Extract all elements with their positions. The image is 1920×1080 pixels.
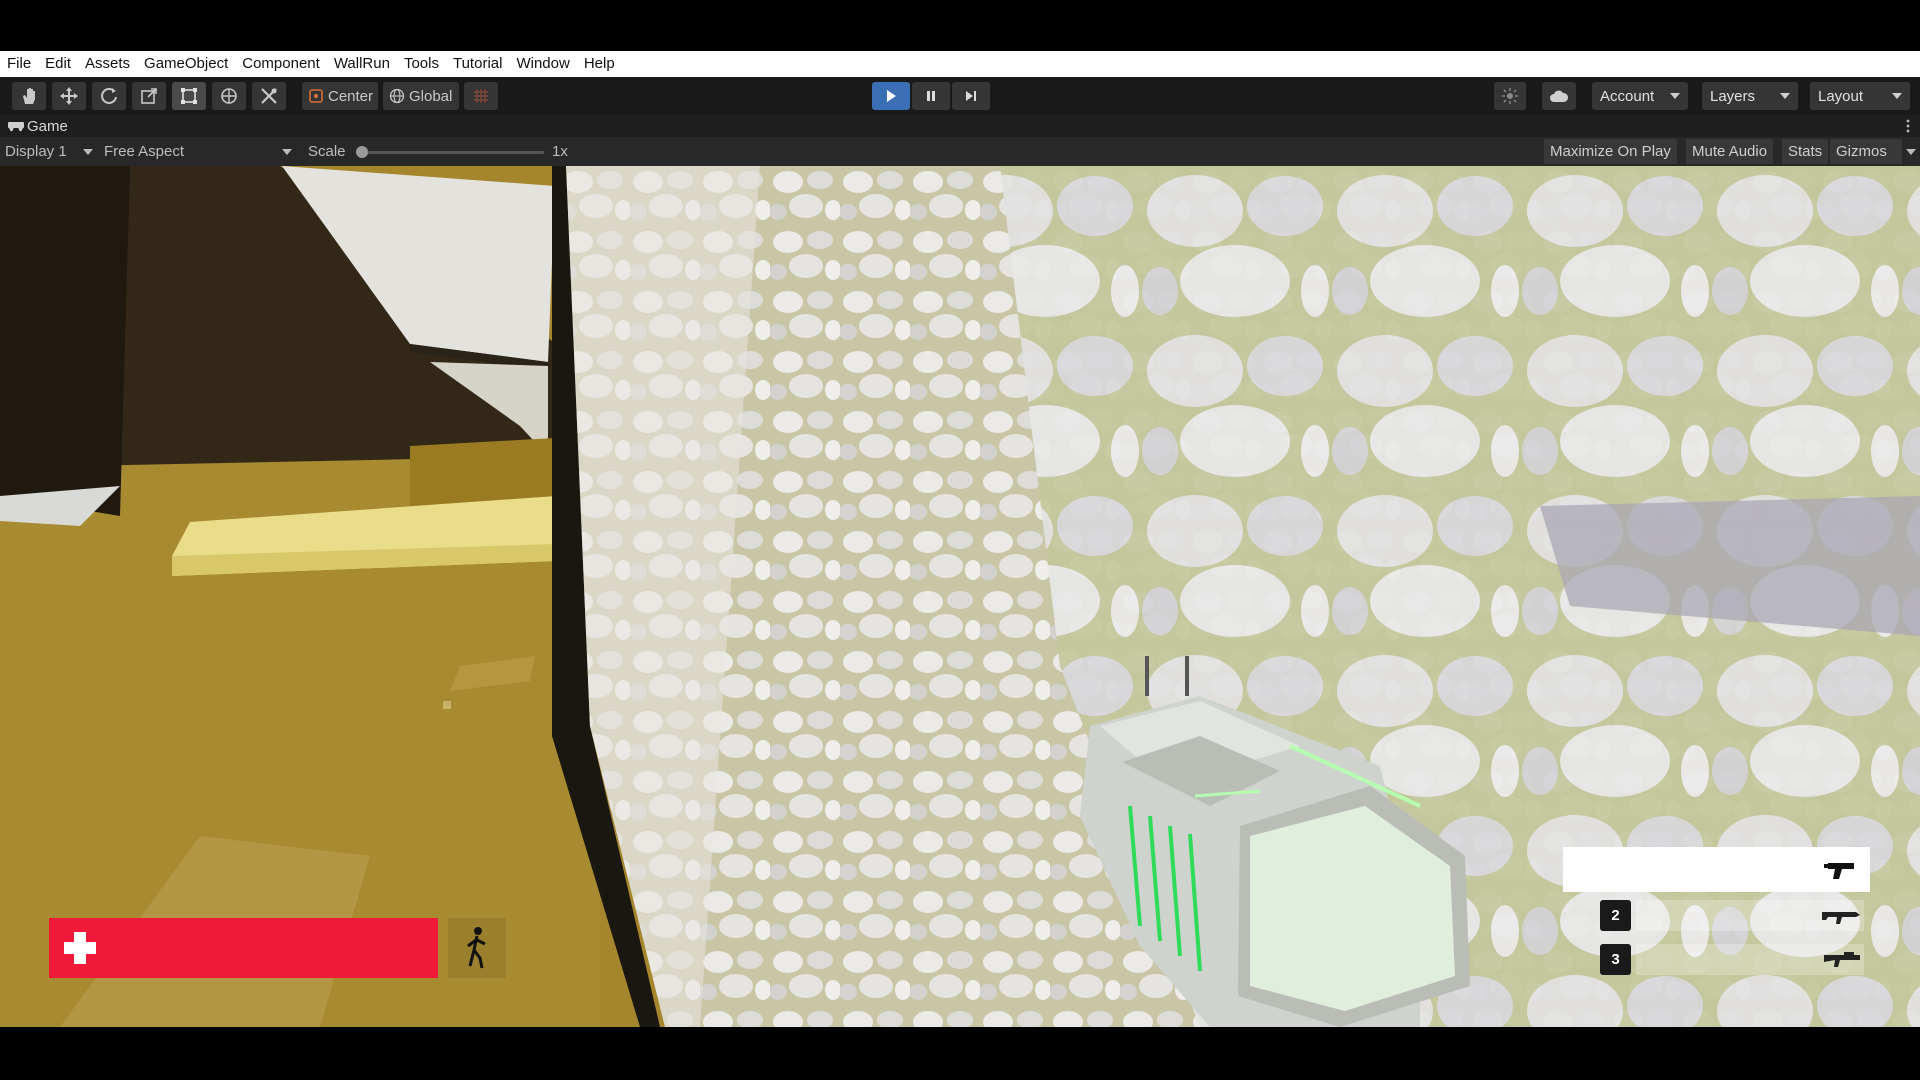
play-button[interactable]: [872, 82, 910, 110]
weapon-slot-1[interactable]: [1563, 847, 1870, 892]
menu-file[interactable]: File: [0, 51, 38, 77]
menu-tutorial[interactable]: Tutorial: [446, 51, 509, 77]
tab-game[interactable]: Game: [8, 115, 68, 137]
menu-edit[interactable]: Edit: [38, 51, 78, 77]
scale-icon: [141, 88, 157, 104]
shotgun-icon: [1824, 952, 1860, 967]
display-label: Display 1: [5, 143, 67, 160]
weapon-slot-2[interactable]: 2: [1600, 896, 1870, 936]
pause-button[interactable]: [912, 82, 950, 110]
step-icon: [966, 91, 976, 101]
pivot-label: Center: [328, 87, 374, 105]
collab-button[interactable]: [1494, 82, 1526, 110]
maximize-on-play-toggle[interactable]: Maximize On Play: [1544, 139, 1677, 164]
menu-wallrun[interactable]: WallRun: [327, 51, 397, 77]
rifle-icon: [1822, 912, 1860, 924]
chevron-down-icon: [83, 149, 93, 155]
space-label: Global: [409, 87, 453, 105]
scale-value: 1x: [552, 143, 568, 160]
rotate-icon: [101, 88, 117, 104]
grid-snap-icon: [474, 89, 488, 103]
menu-bar: File Edit Assets GameObject Component Wa…: [0, 51, 1920, 77]
snap-button[interactable]: [464, 82, 498, 110]
layout-dropdown[interactable]: Layout: [1810, 82, 1910, 110]
mute-audio-toggle[interactable]: Mute Audio: [1686, 139, 1774, 164]
layout-label: Layout: [1818, 87, 1864, 105]
pivot-center-button[interactable]: Center: [302, 82, 378, 110]
game-view-controls: Display 1 Free Aspect Scale 1x Maximize …: [0, 137, 1920, 166]
transform-icon: [221, 88, 237, 104]
cloud-icon: [1550, 90, 1569, 102]
menu-component[interactable]: Component: [235, 51, 327, 77]
account-dropdown[interactable]: Account: [1592, 82, 1688, 110]
space-global-button[interactable]: Global: [383, 82, 459, 110]
slot-number: 3: [1600, 944, 1631, 975]
health-cross-icon: [64, 932, 96, 964]
rect-icon: [181, 88, 197, 104]
aspect-label: Free Aspect: [104, 143, 185, 160]
play-icon: [887, 90, 896, 102]
menu-gameobject[interactable]: GameObject: [137, 51, 235, 77]
game-viewport[interactable]: 2 3: [0, 166, 1920, 1027]
globe-icon: [389, 88, 405, 104]
pause-icon: [927, 91, 935, 101]
cloud-button[interactable]: [1542, 82, 1576, 110]
stats-toggle[interactable]: Stats: [1782, 139, 1829, 164]
weapon-slot-3[interactable]: 3: [1600, 940, 1870, 980]
gizmos-dropdown[interactable]: Gizmos: [1830, 139, 1916, 164]
game-tab-strip: Game: [0, 115, 1920, 137]
rect-tool-button[interactable]: [172, 82, 206, 110]
chevron-down-icon: [1780, 93, 1790, 99]
transform-tool-button[interactable]: [212, 82, 246, 110]
menu-assets[interactable]: Assets: [78, 51, 137, 77]
running-person-icon: [467, 927, 486, 969]
menu-help[interactable]: Help: [577, 51, 622, 77]
scale-slider[interactable]: [356, 146, 544, 158]
wrench-icon: [261, 88, 277, 104]
health-bar: [49, 918, 438, 978]
menu-window[interactable]: Window: [509, 51, 576, 77]
chevron-down-icon: [1670, 93, 1680, 99]
chevron-down-icon: [1892, 93, 1902, 99]
chevron-down-icon: [1906, 149, 1916, 155]
tab-game-label: Game: [27, 117, 68, 135]
scale-tool-button[interactable]: [132, 82, 166, 110]
scale-label: Scale: [308, 143, 346, 160]
slot-number: 2: [1600, 900, 1631, 931]
custom-tool-button[interactable]: [252, 82, 286, 110]
pistol-icon: [1824, 863, 1854, 879]
move-tool-button[interactable]: [52, 82, 86, 110]
hand-tool-button[interactable]: [12, 82, 46, 110]
layers-label: Layers: [1710, 87, 1756, 105]
more-options-icon[interactable]: [1906, 118, 1910, 134]
aspect-dropdown[interactable]: Free Aspect: [104, 137, 296, 166]
collab-icon: [1502, 88, 1518, 104]
pivot-icon: [309, 89, 323, 103]
layers-dropdown[interactable]: Layers: [1702, 82, 1798, 110]
menu-tools[interactable]: Tools: [397, 51, 446, 77]
main-toolbar: Center Global Account Layers Layout: [0, 77, 1920, 115]
move-icon: [60, 87, 78, 105]
gizmos-label: Gizmos: [1836, 143, 1887, 160]
display-dropdown[interactable]: Display 1: [5, 137, 97, 166]
hand-icon: [23, 88, 35, 104]
gamepad-icon: [8, 121, 24, 132]
scale-slider-handle[interactable]: [356, 146, 368, 158]
account-label: Account: [1600, 87, 1655, 105]
stance-indicator: [448, 918, 506, 978]
step-button[interactable]: [952, 82, 990, 110]
chevron-down-icon: [282, 149, 292, 155]
rotate-tool-button[interactable]: [92, 82, 126, 110]
